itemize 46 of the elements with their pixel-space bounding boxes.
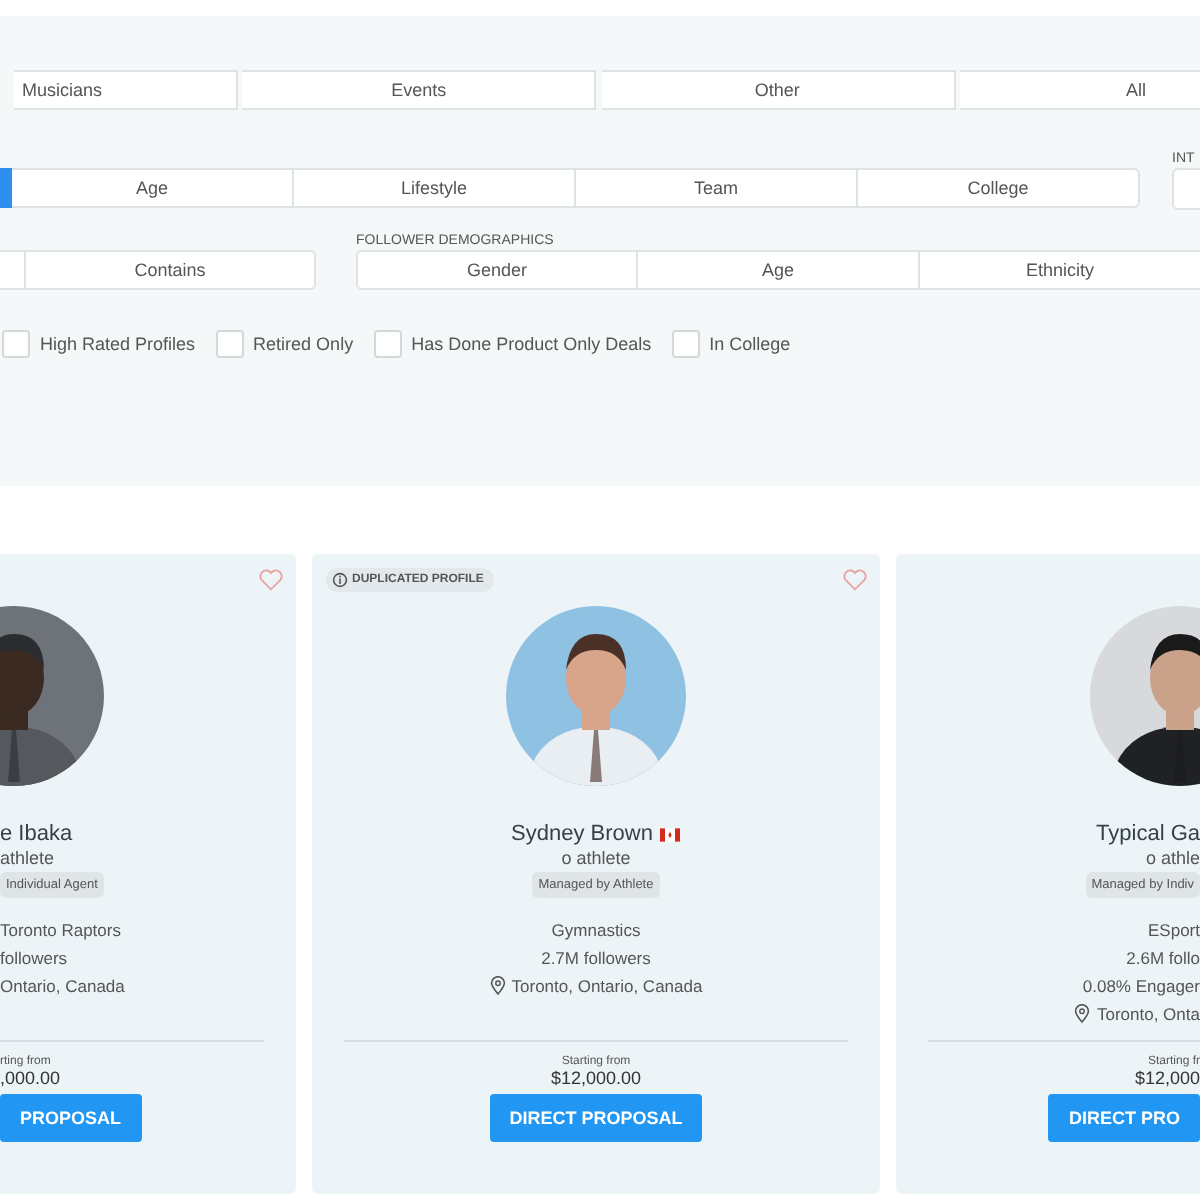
checkbox[interactable] bbox=[671, 330, 700, 358]
price: ,000.00 bbox=[0, 1068, 63, 1088]
demographics-tab[interactable]: Age bbox=[638, 250, 920, 290]
profile-type: athlete bbox=[0, 848, 57, 868]
location-icon bbox=[489, 976, 506, 996]
filter-tab[interactable]: College bbox=[858, 168, 1140, 208]
heart-icon[interactable] bbox=[842, 568, 868, 592]
profile-name: e Ibaka bbox=[0, 822, 73, 846]
category-tab[interactable]: Other bbox=[601, 70, 956, 110]
checkbox-label: Has Done Product Only Deals bbox=[411, 334, 652, 354]
profile-detail: 2.6M follo bbox=[1126, 948, 1200, 968]
checkbox-label: Retired Only bbox=[253, 334, 354, 354]
location-text: Toronto, Ontario, Canada bbox=[511, 976, 703, 996]
profile-type: o athle bbox=[1143, 848, 1200, 868]
heart-icon[interactable] bbox=[258, 568, 284, 592]
demographics-tab[interactable]: Gender bbox=[356, 250, 638, 290]
location-icon bbox=[1074, 1004, 1091, 1024]
match-tab[interactable]: Contains bbox=[26, 250, 316, 290]
demographics-tab[interactable]: Ethnicity bbox=[920, 250, 1200, 290]
checkbox[interactable] bbox=[215, 330, 244, 358]
location-text: Ontario, Canada bbox=[0, 976, 125, 996]
flag-icon bbox=[660, 827, 681, 841]
price: $12,000.00 bbox=[548, 1068, 644, 1088]
profile-detail: Toronto Raptors bbox=[0, 920, 123, 940]
checkbox[interactable] bbox=[373, 330, 402, 358]
profile-name: Typical Ga bbox=[1096, 822, 1200, 846]
profile-detail: 2.7M followers bbox=[541, 948, 651, 968]
filter-tab[interactable]: Team bbox=[576, 168, 858, 208]
profile-detail: 0.08% Engager bbox=[1082, 976, 1200, 996]
location-text: Toronto, Onta bbox=[1096, 1004, 1200, 1024]
profile-detail: followers bbox=[0, 948, 70, 968]
profile-detail: ESport bbox=[1148, 920, 1200, 940]
category-tab[interactable]: All bbox=[959, 70, 1200, 110]
filter-tab[interactable]: Age bbox=[12, 168, 294, 208]
checkbox-label: In College bbox=[709, 334, 791, 354]
checkbox[interactable] bbox=[2, 330, 30, 358]
profile-type: o athlete bbox=[559, 848, 633, 868]
checkbox-label: High Rated Profiles bbox=[40, 334, 196, 354]
filter-tab[interactable] bbox=[0, 168, 12, 208]
price: $12,000 bbox=[1132, 1068, 1200, 1088]
profile-name: Sydney Brown bbox=[511, 822, 653, 846]
filter-tab[interactable]: Lifestyle bbox=[294, 168, 576, 208]
category-tab[interactable]: Events bbox=[242, 70, 597, 110]
match-tab[interactable] bbox=[0, 250, 26, 290]
category-tab[interactable]: Musicians bbox=[14, 70, 238, 110]
profile-detail: Gymnastics bbox=[551, 920, 641, 940]
